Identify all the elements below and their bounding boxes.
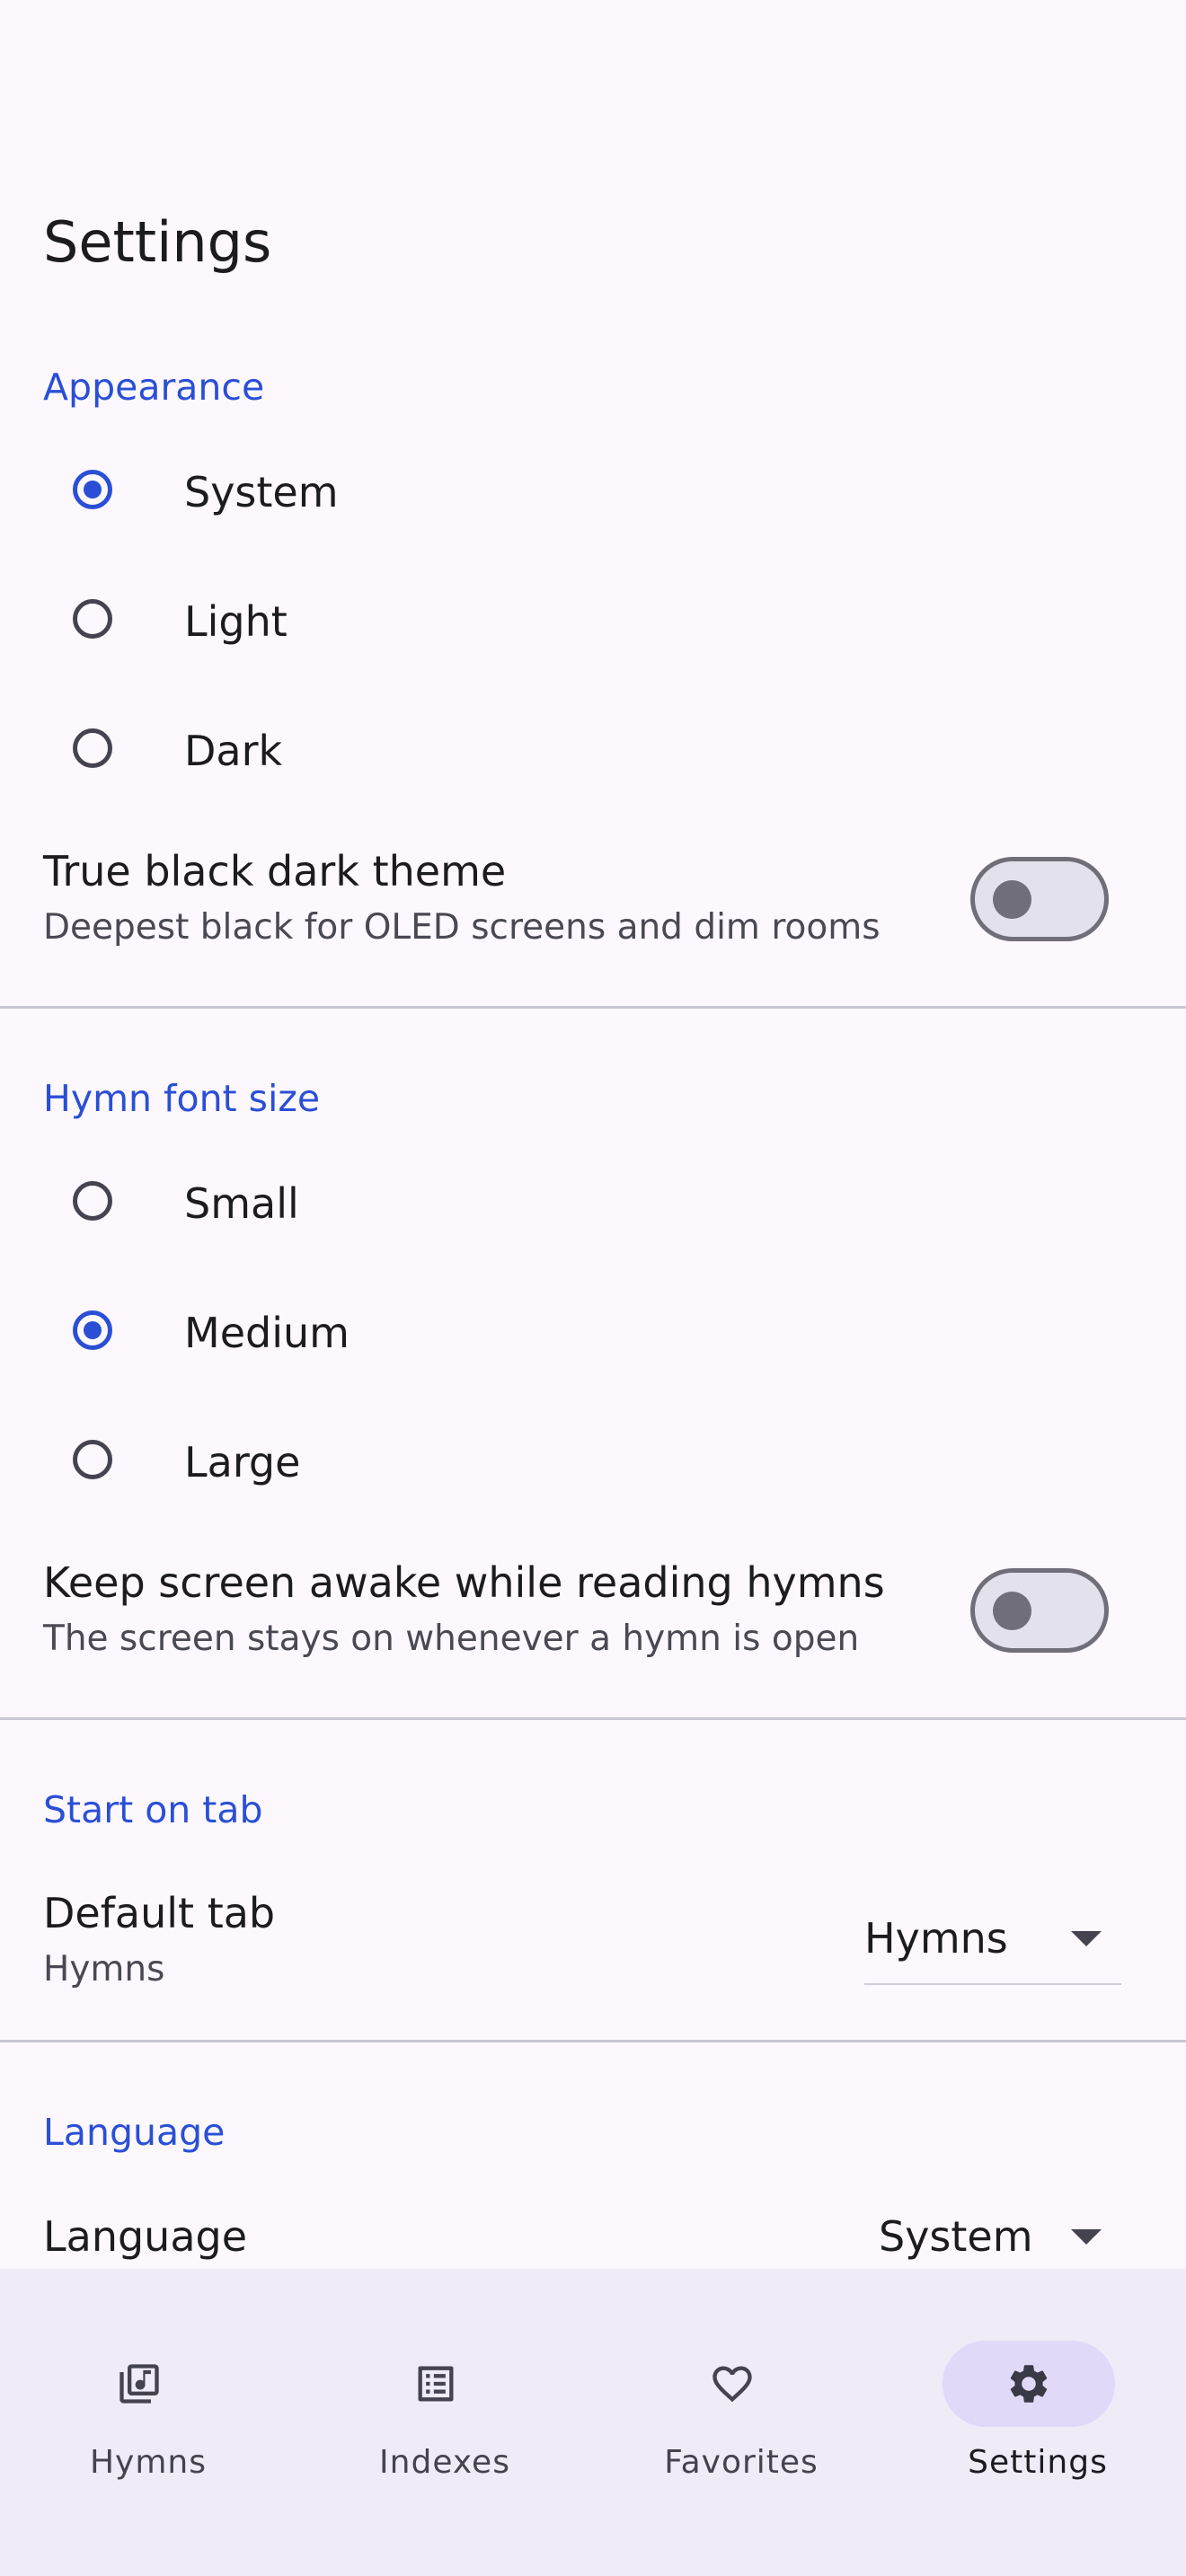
- switch-knob: [993, 1592, 1031, 1630]
- radio-option-light[interactable]: Light: [0, 557, 1186, 686]
- section-heading-appearance: Appearance: [43, 366, 265, 409]
- radio-label: Small: [184, 1179, 299, 1228]
- radio-button[interactable]: [73, 1440, 112, 1479]
- radio-option-large[interactable]: Large: [0, 1398, 1186, 1527]
- radio-button[interactable]: [73, 728, 112, 768]
- setting-subtitle: Hymns: [43, 1949, 165, 1989]
- section-divider: [0, 1717, 1186, 1720]
- true-black-switch[interactable]: [970, 857, 1109, 941]
- radio-label: Dark: [184, 727, 283, 775]
- true-black-setting[interactable]: True black dark theme Deepest black for …: [0, 846, 1186, 981]
- radio-button-checked[interactable]: [73, 470, 112, 509]
- music-library-icon: [119, 2364, 159, 2404]
- dropdown-value: System: [879, 2212, 1033, 2261]
- radio-label: System: [184, 468, 339, 516]
- gear-icon: [1010, 2365, 1048, 2403]
- keep-awake-switch[interactable]: [970, 1568, 1109, 1653]
- heart-icon: [712, 2366, 752, 2403]
- bottom-navigation: Hymns Indexes Favorites Settings: [0, 2269, 1186, 2576]
- radio-option-system[interactable]: System: [0, 428, 1186, 557]
- default-tab-dropdown[interactable]: Hymns: [864, 1911, 1121, 1985]
- section-heading-language: Language: [43, 2111, 226, 2154]
- nav-label: Settings: [968, 2444, 1108, 2481]
- section-heading-start-tab: Start on tab: [43, 1788, 263, 1831]
- nav-label: Indexes: [379, 2444, 510, 2481]
- default-tab-setting: Default tab Hymns Hymns: [0, 1888, 1186, 2023]
- radio-button-checked[interactable]: [73, 1310, 112, 1350]
- nav-tab-hymns[interactable]: Hymns: [0, 2305, 296, 2481]
- nav-tab-settings[interactable]: Settings: [890, 2305, 1186, 2481]
- radio-label: Medium: [184, 1309, 350, 1357]
- nav-tab-favorites[interactable]: Favorites: [593, 2305, 890, 2481]
- radio-option-medium[interactable]: Medium: [0, 1268, 1186, 1398]
- nav-label: Favorites: [664, 2444, 819, 2481]
- switch-knob: [993, 880, 1031, 919]
- section-divider: [0, 2040, 1186, 2042]
- radio-label: Light: [184, 597, 288, 646]
- setting-title: Keep screen awake while reading hymns: [43, 1558, 885, 1607]
- page-title: Settings: [43, 209, 272, 275]
- radio-label: Large: [184, 1438, 301, 1486]
- radio-option-small[interactable]: Small: [0, 1139, 1186, 1268]
- nav-label: Hymns: [89, 2444, 207, 2481]
- section-divider: [0, 1006, 1186, 1009]
- settings-scroll-area[interactable]: Settings Appearance System Light Dark Tr…: [0, 0, 1186, 2269]
- setting-title: Default tab: [43, 1889, 276, 1937]
- language-dropdown[interactable]: System: [879, 2211, 1121, 2269]
- radio-button[interactable]: [73, 599, 112, 639]
- setting-subtitle: The screen stays on whenever a hymn is o…: [43, 1619, 860, 1659]
- dropdown-value: Hymns: [864, 1914, 1008, 1963]
- list-icon: [418, 2366, 454, 2402]
- keep-awake-setting[interactable]: Keep screen awake while reading hymns Th…: [0, 1557, 1186, 1692]
- language-setting: Language System: [0, 2211, 1186, 2269]
- setting-title: Language: [43, 2212, 248, 2261]
- radio-button[interactable]: [73, 1181, 112, 1221]
- nav-tab-indexes[interactable]: Indexes: [296, 2305, 593, 2481]
- chevron-down-icon: [1071, 1931, 1102, 1946]
- chevron-down-icon: [1071, 2229, 1102, 2245]
- radio-option-dark[interactable]: Dark: [0, 686, 1186, 816]
- setting-subtitle: Deepest black for OLED screens and dim r…: [43, 907, 881, 948]
- section-heading-font-size: Hymn font size: [43, 1077, 321, 1120]
- setting-title: True black dark theme: [43, 847, 507, 895]
